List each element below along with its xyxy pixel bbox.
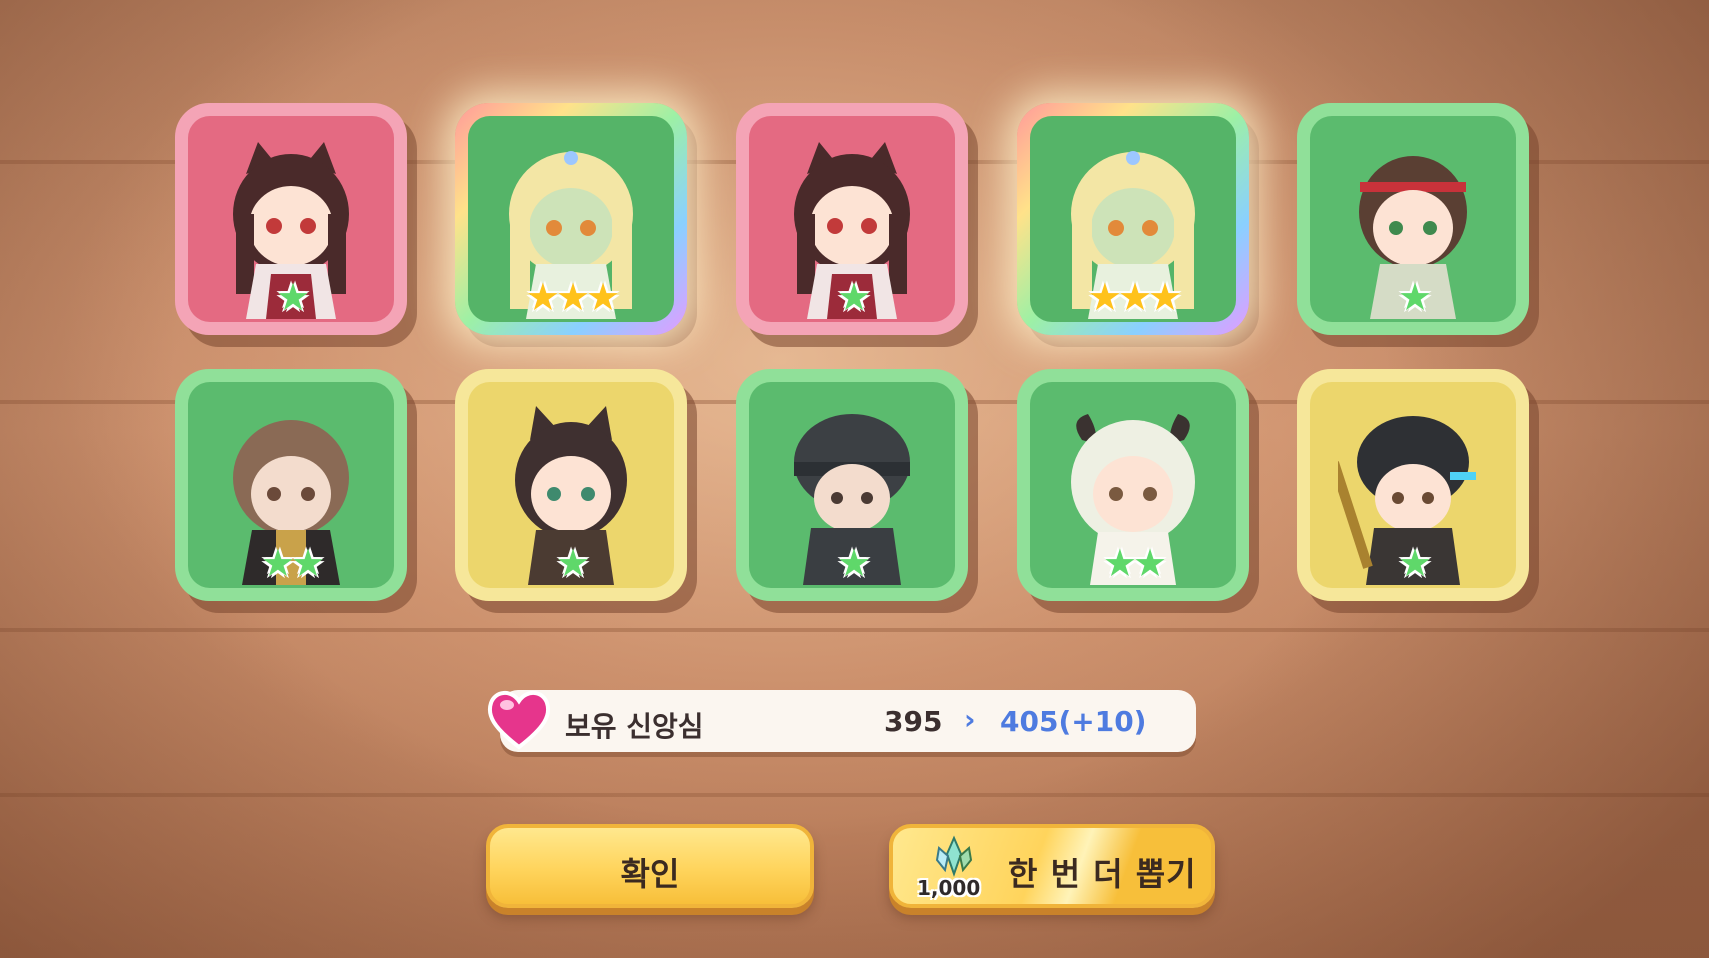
star-rating-icon: ★ [836,275,871,319]
result-card-6[interactable]: ★★ [175,369,407,601]
card-art: ★ [468,382,674,588]
star-rating-icon: ★★ [260,541,325,585]
plank-line [0,793,1709,797]
card-art: ★ [188,116,394,322]
star-rating-icon: ★ [1397,275,1432,319]
star-rating-icon: ★ [555,541,590,585]
draw-again-button[interactable]: 1,000 한 번 더 뽑기 [889,824,1215,908]
faith-current-value: 395 [884,705,943,738]
faith-label: 보유 신앙심 [565,710,704,743]
star-rating-icon: ★ [275,275,310,319]
result-card-9[interactable]: ★★ [1017,369,1249,601]
plank-line [0,628,1709,632]
result-card-7[interactable]: ★ [455,369,687,601]
faith-new-value: 405(+10) [1000,705,1147,738]
star-rating-icon: ★★★ [1087,275,1182,319]
card-art: ★★★ [1030,116,1236,322]
result-card-1[interactable]: ★ [175,103,407,335]
card-art: ★ [1310,116,1516,322]
result-card-10[interactable]: ★ [1297,369,1529,601]
draw-cost: 1,000 [917,876,981,900]
confirm-button-label: 확인 [620,855,680,893]
confirm-button[interactable]: 확인 [486,824,814,908]
draw-again-label: 한 번 더 뽑기 [1008,855,1197,893]
card-art: ★★ [188,382,394,588]
result-card-5[interactable]: ★ [1297,103,1529,335]
card-art: ★★ [1030,382,1236,588]
star-rating-icon: ★ [1397,541,1432,585]
result-card-4[interactable]: ★★★ [1017,103,1249,335]
card-art: ★ [749,382,955,588]
result-card-3[interactable]: ★ [736,103,968,335]
crystal-icon [935,835,973,878]
card-art: ★ [749,116,955,322]
star-rating-icon: ★★★ [525,275,620,319]
faith-arrow-icon: › [964,703,976,736]
star-rating-icon: ★ [836,541,871,585]
result-card-8[interactable]: ★ [736,369,968,601]
result-card-2[interactable]: ★★★ [455,103,687,335]
heart-icon [487,691,551,750]
star-rating-icon: ★★ [1102,541,1167,585]
card-art: ★ [1310,382,1516,588]
card-art: ★★★ [468,116,674,322]
